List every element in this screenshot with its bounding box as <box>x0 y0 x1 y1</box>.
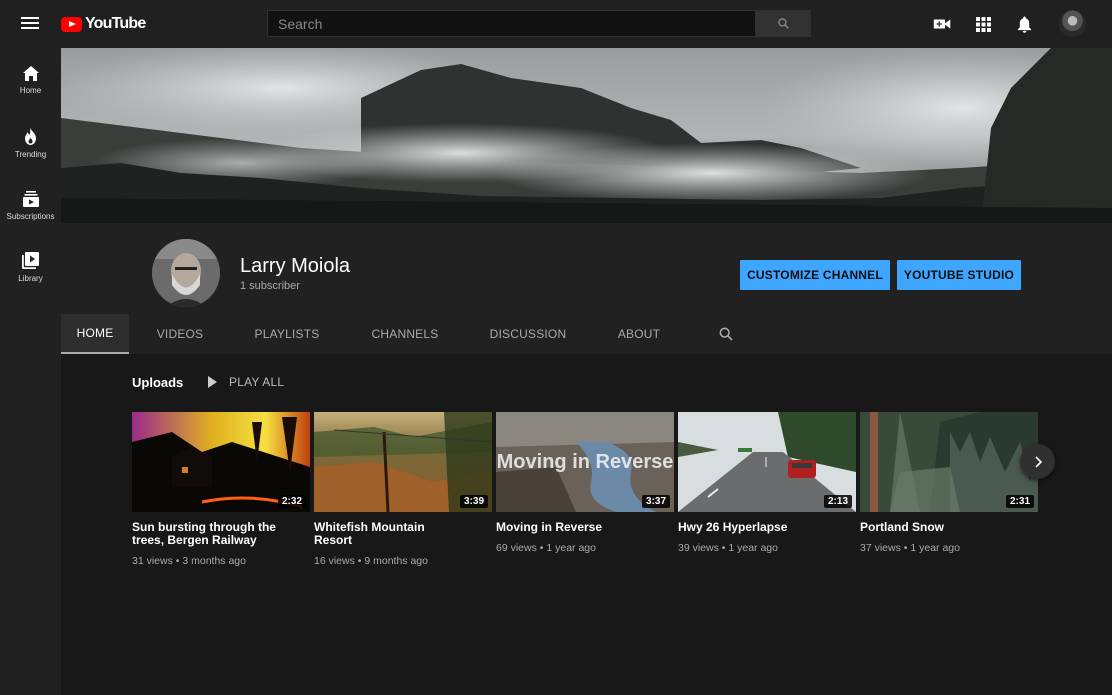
video-duration: 2:13 <box>823 495 852 508</box>
video-duration: 3:39 <box>459 495 488 508</box>
video-thumbnail[interactable]: 3:39 <box>314 412 492 512</box>
logo-text: YouTube <box>85 15 146 32</box>
menu-icon[interactable] <box>18 14 42 34</box>
video-duration: 3:37 <box>641 495 670 508</box>
youtube-studio-button[interactable]: YOUTUBE STUDIO <box>897 260 1021 290</box>
video-title[interactable]: Whitefish Mountain Resort <box>314 521 464 547</box>
video-title[interactable]: Portland Snow <box>860 521 1010 534</box>
video-title[interactable]: Sun bursting through the trees, Bergen R… <box>132 521 282 547</box>
uploads-title[interactable]: Uploads <box>132 375 183 390</box>
video-card[interactable]: 2:13 Hwy 26 Hyperlapse 39 views • 1 year… <box>678 412 856 554</box>
sidebar-item-label: Home <box>19 86 42 95</box>
create-video-button[interactable] <box>932 14 952 34</box>
apps-button[interactable] <box>973 14 993 34</box>
search-input[interactable] <box>267 10 756 37</box>
chevron-right-icon <box>1034 455 1042 468</box>
main-content: Uploads PLAY ALL 2:32 Sun bursting throu… <box>61 354 1112 695</box>
sidebar: Home Trending Subscriptions Library <box>0 48 61 695</box>
video-thumbnail[interactable]: 2:31 <box>860 412 1038 512</box>
search-bar <box>267 10 811 37</box>
channel-header: Larry Moiola 1 subscriber CUSTOMIZE CHAN… <box>61 223 1112 354</box>
sidebar-item-subscriptions[interactable]: Subscriptions <box>0 191 61 251</box>
sidebar-item-label: Subscriptions <box>6 212 55 221</box>
channel-name: Larry Moiola <box>240 255 351 277</box>
account-avatar[interactable] <box>1059 10 1086 37</box>
video-thumbnail[interactable]: 2:32 <box>132 412 310 512</box>
video-card[interactable]: 3:39 Whitefish Mountain Resort 16 views … <box>314 412 492 567</box>
search-button[interactable] <box>756 10 811 37</box>
play-all-button[interactable]: PLAY ALL <box>208 375 284 389</box>
channel-banner <box>61 48 1112 223</box>
sidebar-item-library[interactable]: Library <box>0 252 61 312</box>
video-card[interactable]: Moving in Reverse 3:37 Moving in Reverse… <box>496 412 674 554</box>
video-meta: 39 views • 1 year ago <box>678 542 778 554</box>
channel-search-button[interactable] <box>711 314 741 354</box>
tab-discussion[interactable]: DISCUSSION <box>485 314 571 354</box>
channel-tabs: HOME VIDEOS PLAYLISTS CHANNELS DISCUSSIO… <box>61 314 1112 354</box>
channel-avatar[interactable] <box>152 239 220 307</box>
search-icon <box>777 18 789 29</box>
video-thumbnail[interactable]: 2:13 <box>678 412 856 512</box>
customize-channel-button[interactable]: CUSTOMIZE CHANNEL <box>740 260 890 290</box>
play-all-label: PLAY ALL <box>229 375 285 389</box>
home-icon <box>22 66 39 81</box>
top-bar: YouTube <box>0 0 1112 48</box>
video-meta: 37 views • 1 year ago <box>860 542 960 554</box>
channel-avatar-image <box>152 239 220 307</box>
youtube-logo[interactable]: YouTube <box>61 14 146 34</box>
play-icon <box>208 376 217 388</box>
video-thumbnail[interactable]: Moving in Reverse 3:37 <box>496 412 674 512</box>
apps-grid-icon <box>975 16 991 32</box>
tab-channels[interactable]: CHANNELS <box>365 314 445 354</box>
library-icon <box>22 252 39 269</box>
tab-home[interactable]: HOME <box>61 314 129 354</box>
video-meta: 16 views • 9 months ago <box>314 555 428 567</box>
sidebar-item-label: Library <box>18 274 43 283</box>
tab-videos[interactable]: VIDEOS <box>147 314 213 354</box>
tab-playlists[interactable]: PLAYLISTS <box>247 314 327 354</box>
notifications-button[interactable] <box>1014 14 1034 34</box>
video-camera-icon <box>933 19 951 29</box>
video-duration: 2:32 <box>277 495 306 508</box>
video-meta: 31 views • 3 months ago <box>132 555 246 567</box>
subscriber-count: 1 subscriber <box>240 280 300 292</box>
flame-icon <box>25 128 36 145</box>
tab-about[interactable]: ABOUT <box>611 314 667 354</box>
video-title[interactable]: Moving in Reverse <box>496 521 646 534</box>
carousel-next-button[interactable] <box>1020 444 1055 479</box>
thumbnail-overlay-text: Moving in Reverse <box>497 451 674 473</box>
sidebar-item-home[interactable]: Home <box>0 66 61 126</box>
bell-icon <box>1017 16 1031 33</box>
video-card[interactable]: 2:32 Sun bursting through the trees, Ber… <box>132 412 310 567</box>
youtube-play-icon <box>61 16 82 32</box>
sidebar-item-trending[interactable]: Trending <box>0 128 61 188</box>
video-card[interactable]: 2:31 Portland Snow 37 views • 1 year ago <box>860 412 1038 554</box>
video-meta: 69 views • 1 year ago <box>496 542 596 554</box>
banner-image <box>61 48 1112 223</box>
sidebar-item-label: Trending <box>14 150 47 159</box>
video-duration: 2:31 <box>1005 495 1034 508</box>
video-title[interactable]: Hwy 26 Hyperlapse <box>678 521 828 534</box>
subscriptions-icon <box>22 191 39 207</box>
search-icon <box>719 327 733 341</box>
